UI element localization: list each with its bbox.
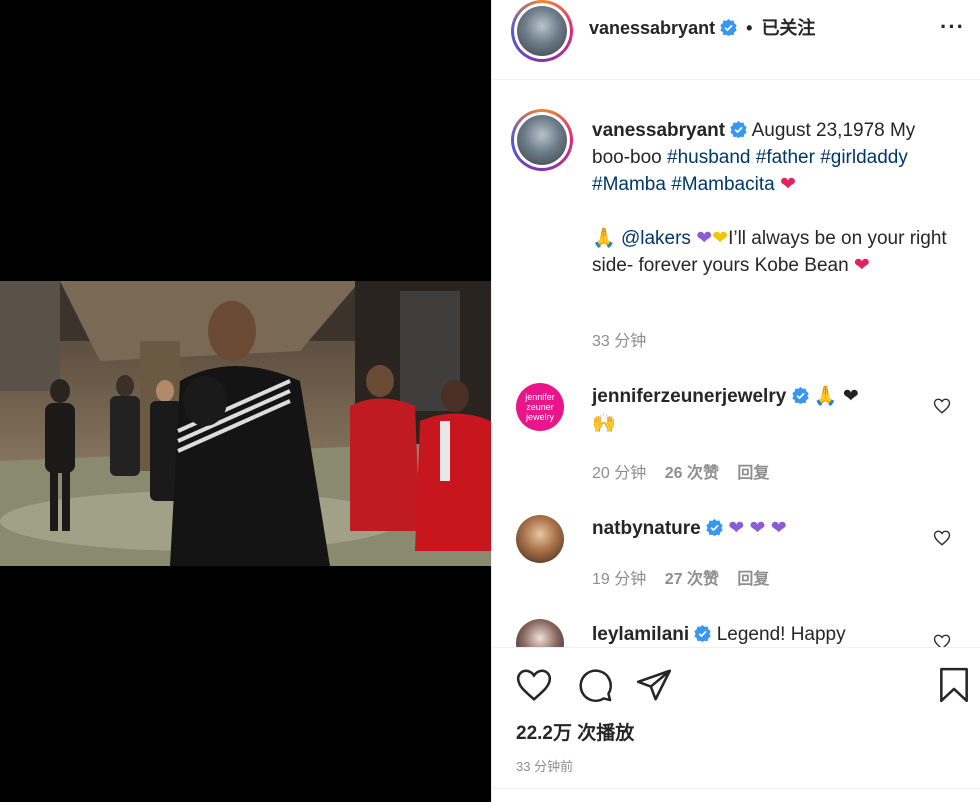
hashtag-husband[interactable]: #husband <box>667 147 750 168</box>
comment-like-icon[interactable] <box>933 633 951 647</box>
red-heart-emoji: ❤ <box>853 254 870 276</box>
comment-likes[interactable]: 27 次赞 <box>665 571 719 588</box>
yellow-heart-emoji: ❤ <box>712 227 729 249</box>
post-panel: vanessabryant • 已关注 ··· vanessabryant Au… <box>491 0 980 802</box>
comment-item: leylamilani Legend! Happy <box>492 619 980 647</box>
heart-outline-icon[interactable] <box>515 666 553 704</box>
comment-meta: 20 分钟 26 次赞 回复 <box>592 459 783 483</box>
paper-plane-icon[interactable] <box>635 666 673 704</box>
black-heart-emoji: ❤ <box>842 385 859 407</box>
comment-text: leylamilani Legend! Happy <box>592 621 947 647</box>
purple-heart-emoji: ❤ <box>749 517 766 539</box>
folded-hands-emoji: 🙏 <box>592 227 616 249</box>
verified-badge-icon <box>720 19 737 36</box>
caption-time[interactable]: 33 分钟 <box>592 333 646 350</box>
comment-meta: 19 分钟 27 次赞 回复 <box>592 565 783 589</box>
caption-username[interactable]: vanessabryant <box>592 120 725 141</box>
raised-hands-emoji: 🙌 <box>592 412 616 434</box>
comment-username[interactable]: jenniferzeunerjewelry <box>592 386 786 407</box>
header-user-line: vanessabryant • 已关注 <box>589 14 815 40</box>
purple-heart-emoji: ❤ <box>770 517 787 539</box>
commenter-avatar[interactable] <box>516 619 564 647</box>
caption-text: vanessabryant August 23,1978 My boo-boo … <box>592 117 947 279</box>
post-timestamp[interactable]: 33 分钟前 <box>516 756 573 775</box>
follow-status-button[interactable]: 已关注 <box>761 18 815 38</box>
bookmark-icon[interactable] <box>935 666 973 704</box>
comment-item: jennifer zeuner jewelry jenniferzeunerje… <box>492 381 980 491</box>
comment-text: natbynature ❤ ❤ ❤ <box>592 515 947 542</box>
comment-username[interactable]: leylamilani <box>592 624 689 645</box>
folded-hands-emoji: 🙏 <box>813 385 838 407</box>
play-count[interactable]: 22.2万 次播放 <box>516 718 634 745</box>
hashtag-mambacita[interactable]: #Mambacita <box>671 174 775 195</box>
comment-time[interactable]: 19 分钟 <box>592 571 646 588</box>
comment-like-icon[interactable] <box>933 529 951 547</box>
caption: vanessabryant August 23,1978 My boo-boo … <box>492 109 980 369</box>
mention-lakers[interactable]: @lakers <box>621 228 691 249</box>
comment-item: natbynature ❤ ❤ ❤ 19 分钟 27 次赞 回复 <box>492 513 980 623</box>
red-heart-emoji: ❤ <box>779 173 796 195</box>
video-player[interactable] <box>0 281 491 566</box>
author-avatar[interactable] <box>511 0 573 62</box>
comment-time[interactable]: 20 分钟 <box>592 465 646 482</box>
comment-username[interactable]: natbynature <box>592 518 701 539</box>
verified-badge-icon <box>706 519 723 536</box>
verified-badge-icon <box>730 121 748 138</box>
commenter-avatar[interactable]: jennifer zeuner jewelry <box>516 383 564 431</box>
comment-like-icon[interactable] <box>933 397 951 415</box>
caption-meta: 33 分钟 <box>592 327 660 351</box>
comment-bubble-icon[interactable] <box>576 666 614 704</box>
hashtag-father[interactable]: #father <box>756 147 815 168</box>
post-header: vanessabryant • 已关注 ··· <box>492 0 980 80</box>
action-bar: 22.2万 次播放 33 分钟前 <box>492 647 980 802</box>
verified-badge-icon <box>791 387 809 404</box>
video-frame <box>0 281 491 566</box>
caption-avatar[interactable] <box>511 109 573 171</box>
comment-likes[interactable]: 26 次赞 <box>665 465 719 482</box>
reply-button[interactable]: 回复 <box>737 571 769 588</box>
media-area[interactable] <box>0 0 491 802</box>
purple-heart-emoji: ❤ <box>696 227 713 249</box>
reply-button[interactable]: 回复 <box>737 465 769 482</box>
author-username[interactable]: vanessabryant <box>589 18 715 38</box>
commenter-avatar[interactable] <box>516 515 564 563</box>
header-separator: • <box>746 18 753 38</box>
comment-body: Legend! Happy <box>716 624 846 645</box>
verified-badge-icon <box>694 625 712 642</box>
comment-text: jenniferzeunerjewelry 🙏 ❤ 🙌 <box>592 383 947 437</box>
comments-list[interactable]: vanessabryant August 23,1978 My boo-boo … <box>492 81 980 647</box>
more-options-icon[interactable]: ··· <box>940 14 965 40</box>
add-comment-divider <box>492 788 980 802</box>
hashtag-mamba[interactable]: #Mamba <box>592 174 666 195</box>
hashtag-girldaddy[interactable]: #girldaddy <box>820 147 908 168</box>
purple-heart-emoji: ❤ <box>728 517 745 539</box>
